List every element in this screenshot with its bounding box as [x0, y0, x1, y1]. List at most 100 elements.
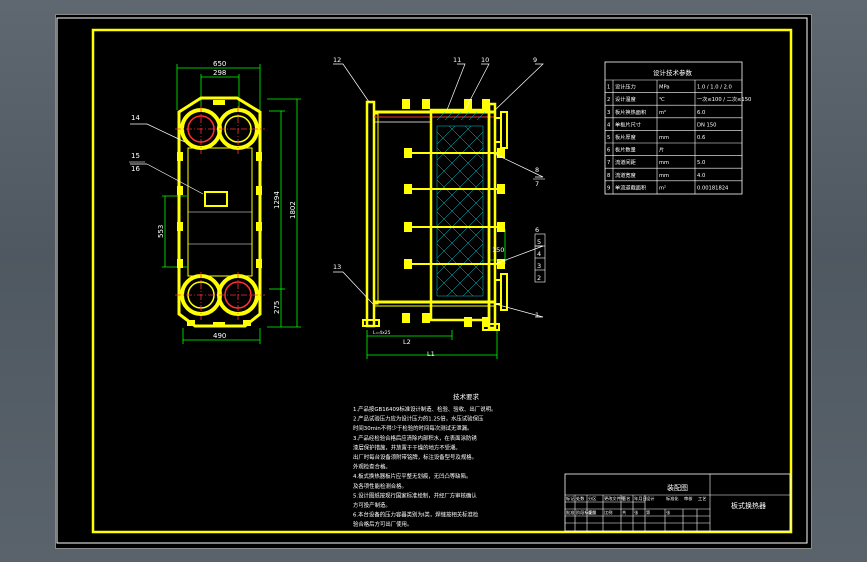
tech-req-title: 技术要求	[453, 392, 480, 401]
tech-req-line: 4.板式换热器板片应平整无划痕，无凹凸等缺陷。	[353, 472, 471, 480]
tech-table-cell-no: 7	[607, 160, 610, 166]
small-note: L=4x25	[373, 330, 391, 336]
tech-req-line: 5.设计图纸按现行国家标准绘制，并经厂方审核确认	[353, 491, 477, 499]
tech-table-cell-name: 流道宽度	[615, 171, 636, 179]
title-block-cell: 设计	[646, 495, 654, 502]
title-block-cell: 工艺	[698, 496, 706, 501]
tech-table-cell-value: 1.0 / 1.0 / 2.0	[697, 85, 732, 91]
tech-table-cell-no: 8	[607, 173, 610, 179]
label-9: 9	[533, 56, 537, 64]
label-3: 3	[537, 262, 541, 270]
tech-req-line: 6.本台设备的压力容器类别为I类，焊缝按相关标准检	[353, 511, 479, 519]
tech-table-cell-name: 设计温度	[615, 95, 636, 103]
tech-table-cell-value: 6.0	[697, 110, 705, 116]
dim-top-outer: 650	[213, 60, 226, 68]
dim-port-center: 1294	[273, 191, 281, 209]
tech-table-cell-unit: mm	[659, 135, 669, 141]
cad-drawing: 650 298 1802 1294 275 553 490 14 15 16 1…	[56, 17, 808, 544]
plate-hatch	[436, 111, 486, 297]
tech-table-cell-value: 5.0	[697, 160, 705, 166]
dim-height: 1802	[289, 201, 297, 219]
label-14: 14	[131, 114, 140, 122]
title-block-scale-label: 装配图	[667, 483, 688, 492]
tech-table-cell-value: DN 150	[697, 122, 716, 128]
side-leaders	[333, 63, 544, 318]
tech-table-cell-no: 6	[607, 148, 610, 154]
tech-table-cell-unit: mm	[659, 173, 669, 179]
title-block-cell: 年月日	[634, 495, 647, 502]
title-block-cell: 张	[666, 509, 671, 516]
tech-table-cell-value: 4.0	[697, 173, 705, 179]
drawing-title: 板式换热器	[731, 501, 766, 510]
title-block-cell: 分区	[588, 495, 596, 502]
tech-table-cell-value: 0.6	[697, 135, 705, 141]
tech-table-cell-no: 5	[607, 135, 610, 141]
tech-table-cell-name: 单流道截面积	[615, 183, 646, 191]
title-block-cell: 比例	[604, 509, 612, 516]
tech-table-cell-name: 单板片尺寸	[615, 120, 641, 128]
title-block-cell: 张	[634, 509, 639, 516]
fixed-frame	[365, 100, 376, 328]
tech-table-cell-value: 0.00181824	[697, 185, 729, 191]
label-15: 15	[131, 152, 140, 160]
tech-table-cell-unit: mm	[659, 160, 669, 166]
tech-req-line: 外观检查合格。	[353, 463, 391, 471]
label-4: 4	[537, 250, 541, 258]
title-block-cell: 标记	[566, 495, 575, 502]
label-11: 11	[453, 56, 461, 64]
title-block-cell: 共	[622, 509, 626, 516]
side-view	[333, 63, 546, 359]
tech-table-cell-unit: 片	[659, 146, 664, 154]
tech-table-cell-no: 2	[607, 97, 610, 103]
tech-req-line: 2.产品试验压力应为设计压力的1.25倍，水压试验保压	[353, 415, 484, 423]
label-6: 6	[535, 226, 539, 234]
nameplate	[204, 191, 228, 207]
tech-table-cell-unit: m²	[659, 110, 666, 116]
title-block-cell: 签名	[622, 495, 630, 502]
label-2: 2	[537, 274, 541, 282]
label-10: 10	[481, 56, 489, 64]
tech-req-line: 时间30min不得少于检验的时间每次测试无泄漏。	[353, 424, 472, 432]
label-13: 13	[333, 263, 341, 271]
tech-table-cell-no: 1	[607, 85, 610, 91]
title-block-cell: 标准化	[666, 495, 679, 502]
cad-viewport[interactable]: 650 298 1802 1294 275 553 490 14 15 16 1…	[55, 14, 812, 549]
front-leaders	[130, 123, 204, 195]
title-block-cell: 批准	[566, 509, 574, 516]
tech-table-cell-no: 3	[607, 110, 610, 116]
tech-table-cell-value: 一次≤100 / 二次≤150	[697, 95, 751, 103]
dim-L2: L2	[403, 338, 411, 346]
label-16: 16	[131, 165, 140, 173]
dim-L1: L1	[427, 350, 435, 358]
dim-middle: 553	[157, 225, 165, 238]
tech-requirements: 技术要求 1.产品按GB16409标准设计制造、检验、验收、出厂说明。 2.产品试…	[353, 392, 496, 528]
tech-table-title: 设计技术参数	[653, 68, 693, 77]
tech-table-cell-unit: ℃	[659, 97, 665, 103]
title-block-cell: 重量	[588, 509, 596, 516]
label-1: 1	[535, 311, 539, 319]
dim-150: 150	[492, 246, 504, 254]
label-7: 7	[535, 180, 539, 188]
tech-req-line: 1.产品按GB16409标准设计制造、检验、验收、出厂说明。	[353, 405, 496, 413]
tech-table-cell-name: 板片换热面积	[615, 108, 646, 116]
title-block: 装配图 板式换热器 标记 处数 分区 更改文件号签名 年月日 设计 标准化 审核 工艺批准 阶段标…	[564, 473, 791, 532]
tech-param-table: 设计技术参数 1 设计压力 MPa 1.0 / 1.0 / 2.0 2 设计温度 ℃ 一次≤1…	[604, 61, 751, 195]
tech-req-line: 及各项性能检测合格。	[353, 482, 407, 490]
tech-table-cell-name: 板片厚度	[615, 133, 636, 141]
tech-req-line: 3.产品经检验合格后应清除内部积水，在表面涂防锈	[353, 434, 477, 442]
tech-req-line: 验合格后方可出厂使用。	[353, 520, 412, 528]
tech-table-cell-name: 设计压力	[615, 83, 636, 91]
label-12: 12	[333, 56, 341, 64]
tech-table-cell-name: 流道间距	[615, 158, 636, 166]
tech-req-line: 漆层保护措施，并放置于干燥的地方不受潮。	[353, 443, 461, 451]
tech-table-cell-unit: m²	[659, 185, 666, 191]
label-5: 5	[537, 238, 541, 246]
tech-table-cell-no: 4	[607, 122, 611, 128]
title-block-cell: 处数	[576, 495, 585, 502]
tech-table-cell-unit: MPa	[659, 85, 670, 91]
tech-req-line: 出厂时每台设备须附带铭牌，标注设备型号及规格。	[353, 453, 477, 461]
dim-bottom-offset: 275	[273, 301, 281, 314]
tech-table-cell-no: 9	[607, 185, 610, 191]
tech-table-cell-name: 板片数量	[615, 146, 636, 154]
title-block-cell: 审核	[684, 495, 693, 502]
